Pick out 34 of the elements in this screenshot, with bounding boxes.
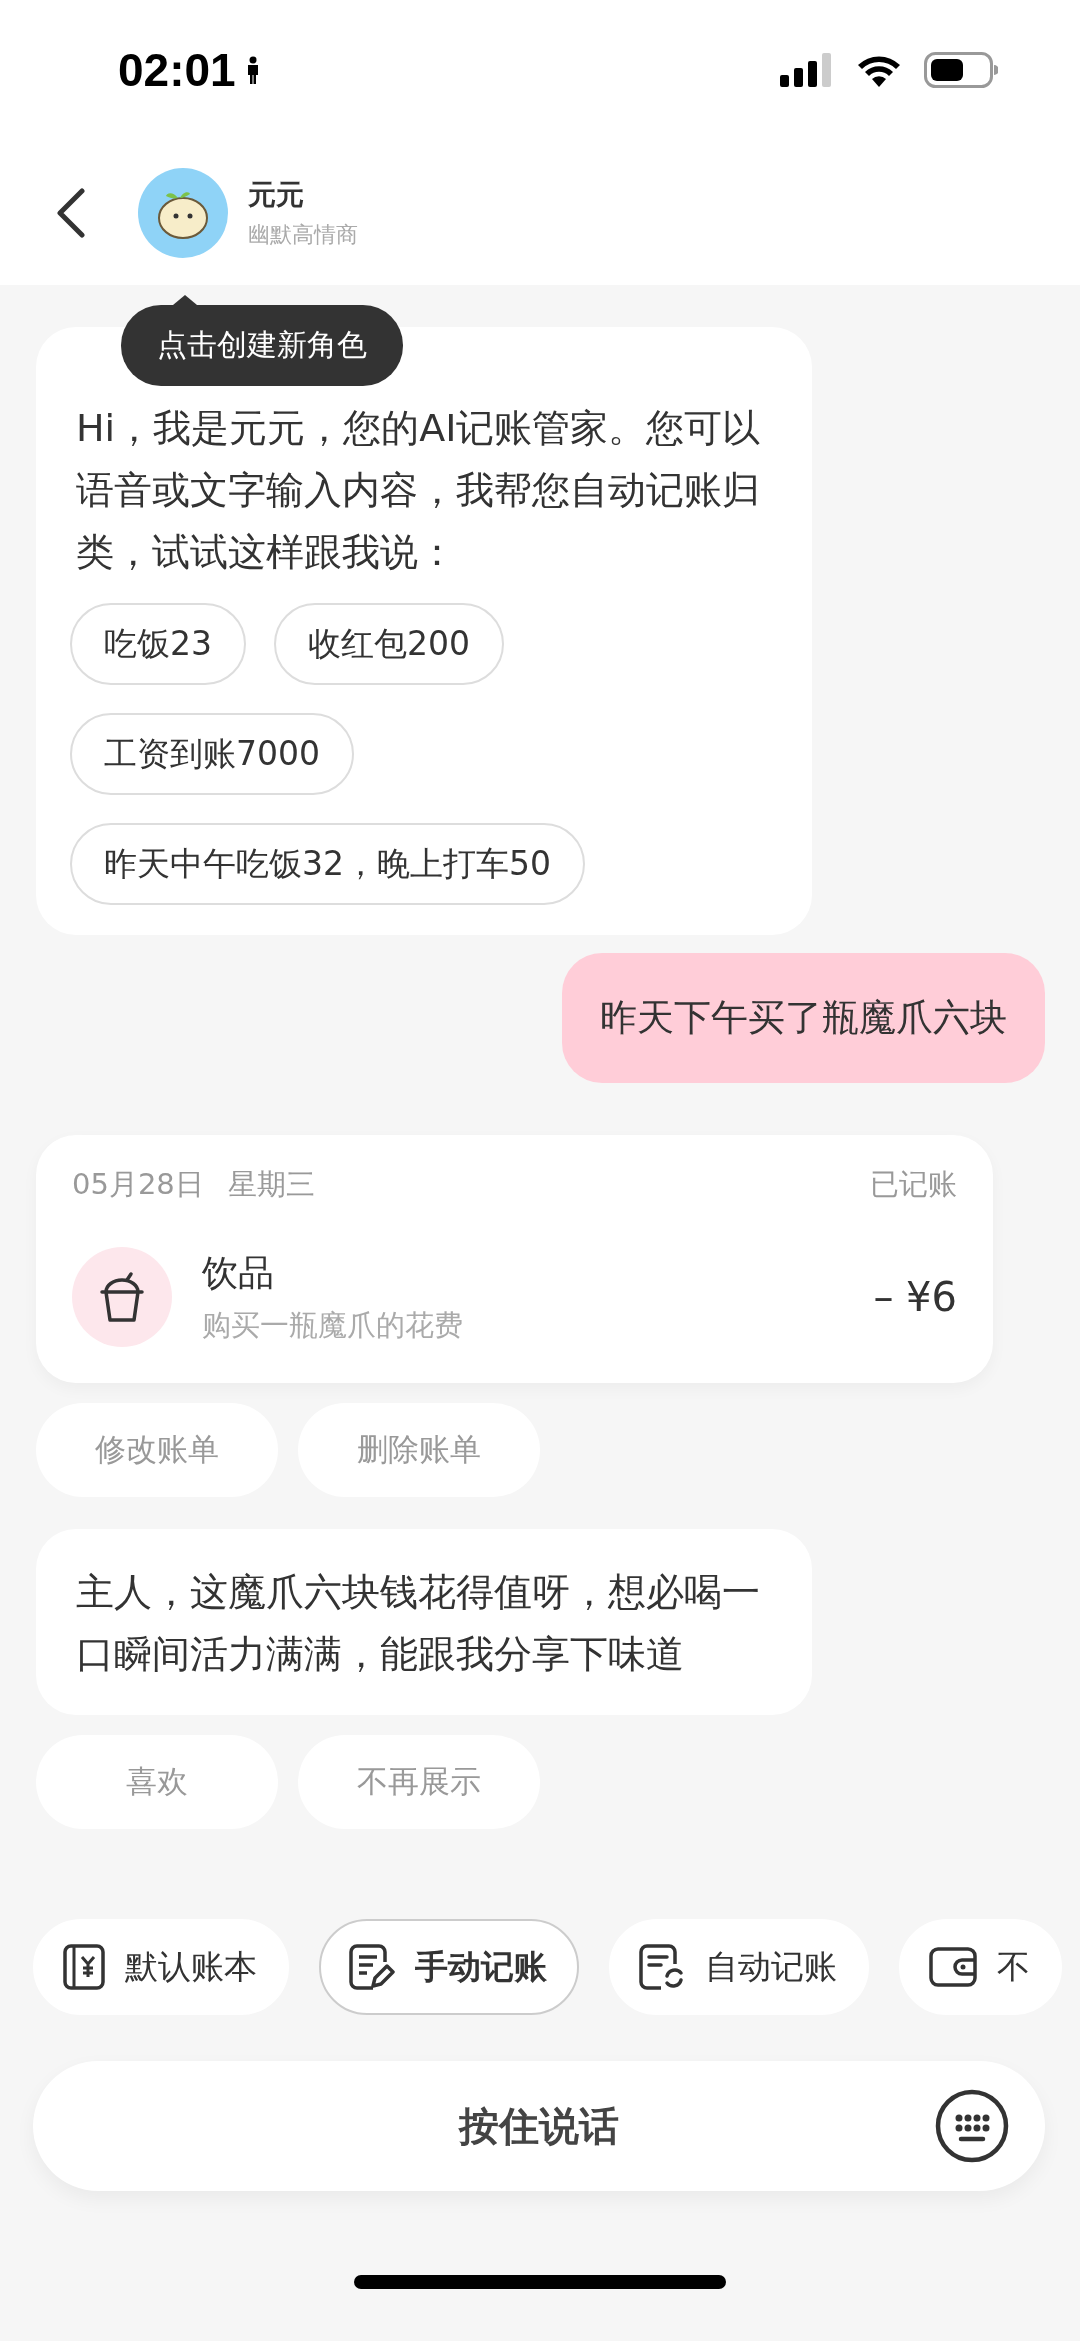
tooltip[interactable]: 点击创建新角色 xyxy=(121,305,403,386)
bill-category: 饮品 xyxy=(202,1250,275,1295)
person-icon xyxy=(245,56,260,84)
toolbar-chip[interactable]: 不 xyxy=(899,1919,1062,2015)
back-icon[interactable] xyxy=(56,187,86,238)
suggestion-chip[interactable]: 昨天中午吃饭32，晚上打车50 xyxy=(70,823,585,905)
message-text: Hi，我是元元，您的AI记账管家。您可以语音或文字输入内容，我帮您自动记账归类，试试这样跟我说： xyxy=(75,405,762,576)
bill-weekday: 星期三 xyxy=(227,1166,315,1203)
ledger-icon xyxy=(63,1944,105,1990)
message-text: 主人，这魔爪六块钱花得值呀，想必喝一口瞬间活力满满，能跟我分享下味道 xyxy=(75,1569,761,1678)
toolbar-chip[interactable]: 手动记账 xyxy=(319,1919,579,2015)
avatar-icon[interactable] xyxy=(138,167,228,258)
status-time: 02:01 xyxy=(118,43,236,97)
toolbar-chip[interactable]: 自动记账 xyxy=(609,1919,869,2015)
refresh-note-icon xyxy=(639,1944,685,1990)
toolbar-chip[interactable]: 默认账本 xyxy=(33,1919,289,2015)
pencil-note-icon xyxy=(349,1944,395,1990)
suggestion-chip[interactable]: 吃饭23 xyxy=(70,603,246,685)
keyboard-icon[interactable] xyxy=(935,2089,1009,2163)
bill-note: 购买一瓶魔爪的花费 xyxy=(202,1306,463,1344)
wifi-icon xyxy=(856,53,902,87)
cup-icon xyxy=(72,1247,172,1347)
suggestion-chip[interactable]: 工资到账7000 xyxy=(70,713,354,795)
bill-amount: – ¥6 xyxy=(873,1274,957,1320)
assistant-name: 元元 xyxy=(248,176,305,213)
signal-icon xyxy=(780,53,834,87)
hold-to-talk-button[interactable]: 按住说话 xyxy=(33,2061,1045,2191)
bill-date: 05月28日 xyxy=(72,1166,204,1203)
user-message: 昨天下午买了瓶魔爪六块 xyxy=(562,953,1045,1083)
assistant-tagline: 幽默高情商 xyxy=(248,220,358,249)
suggestion-chip[interactable]: 收红包200 xyxy=(274,603,504,685)
bill-status: 已记账 xyxy=(870,1166,957,1203)
battery-icon xyxy=(924,52,998,88)
wallet-icon xyxy=(929,1947,977,1987)
